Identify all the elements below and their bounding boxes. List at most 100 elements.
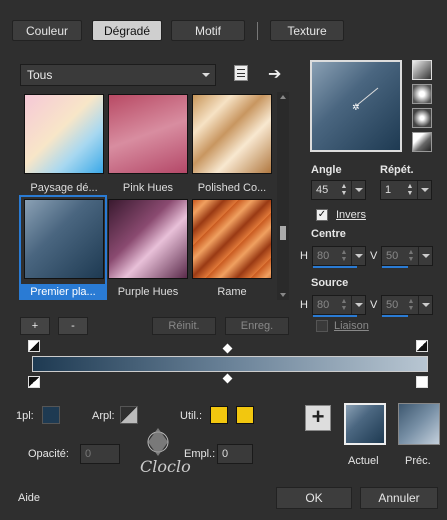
gradient-label: Purple Hues [117,286,179,298]
current-label: Actuel [348,455,379,467]
spin-arrows-icon[interactable]: ▲ ▼ [406,298,416,312]
svg-text:Cloclo: Cloclo [140,457,191,476]
linear-type-button[interactable] [412,60,432,80]
category-select-value: Tous [27,68,53,82]
save-button[interactable]: Enreg. [225,317,289,335]
angle-handle-icon[interactable]: ✲ [312,62,400,150]
center-label: Centre [311,228,346,240]
invert-label[interactable]: Invers [336,209,366,221]
scroll-thumb[interactable] [280,226,286,240]
location-input[interactable]: 0 [217,444,253,464]
tab-couleur[interactable]: Couleur [12,20,82,41]
source-h-slider[interactable] [313,315,357,317]
stop-marker-top-right[interactable] [416,340,428,352]
angle-input[interactable]: 45 ▲ ▼ [311,180,366,200]
repeat-input[interactable]: 1 ▲ ▼ [380,180,432,200]
chevron-down-icon[interactable] [418,247,432,265]
stop-marker-bottom-left[interactable] [28,376,40,388]
use-color-swatch[interactable] [210,406,228,424]
location-value: 0 [222,448,229,460]
remove-gradient-button[interactable]: - [58,317,88,335]
first-color-swatch[interactable] [42,406,60,424]
watermark-logo: Cloclo [140,428,191,476]
first-color-label: 1pl: [16,410,34,422]
category-select[interactable]: Tous [20,64,216,86]
source-h-input[interactable]: 80 ▲ ▼ [312,295,366,317]
cancel-button[interactable]: Annuler [360,487,438,509]
tab-degrade[interactable]: Dégradé [92,20,162,41]
chevron-down-icon[interactable] [417,181,431,199]
source-v-label: V [370,299,378,311]
source-v-input[interactable]: 50 ▲ ▼ [381,295,433,317]
gradient-bar[interactable] [32,356,428,372]
tab-motif[interactable]: Motif [171,20,245,41]
gradient-label: Polished Co... [197,182,267,194]
radial-type-button[interactable] [412,108,432,128]
scroll-down-icon[interactable] [280,293,286,297]
opacity-value: 0 [85,448,92,460]
chevron-down-icon [202,73,210,77]
add-swatch-button[interactable]: + [305,405,331,431]
add-gradient-button[interactable]: + [20,317,50,335]
spin-arrows-icon[interactable]: ▲ ▼ [339,298,349,312]
repeat-value: 1 [385,184,392,196]
gradient-thumb-rame[interactable] [192,199,272,279]
source-v-value: 50 [386,299,399,311]
stop-marker-top-left[interactable] [28,340,40,352]
chevron-down-icon[interactable] [418,296,432,314]
center-h-slider[interactable] [313,266,357,268]
link-label[interactable]: Liaison [334,320,369,332]
rectangular-type-button[interactable] [412,84,432,104]
tab-separator [257,22,258,40]
center-v-value: 50 [386,250,399,262]
scroll-up-icon[interactable] [280,95,286,99]
source-h-value: 80 [317,299,330,311]
center-h-label: H [300,250,308,262]
spin-arrows-icon[interactable]: ▲ ▼ [406,249,416,263]
link-checkbox[interactable] [316,320,328,332]
previous-label: Préc. [405,455,431,467]
previous-gradient-swatch[interactable] [398,403,440,445]
ok-button[interactable]: OK [276,487,352,509]
chevron-down-icon[interactable] [351,247,365,265]
chevron-down-icon[interactable] [351,181,365,199]
gradient-thumb-polished-copper[interactable] [192,94,272,174]
gallery-scrollbar[interactable] [277,92,289,300]
center-h-input[interactable]: 80 ▲ ▼ [312,246,366,268]
repeat-label: Répét. [380,164,414,176]
gradient-label: Pink Hues [122,182,174,194]
help-link[interactable]: Aide [18,492,40,504]
spin-arrows-icon[interactable]: ▲ ▼ [339,183,349,197]
sunburst-type-button[interactable] [412,132,432,152]
angle-value: 45 [316,184,329,196]
use-color-swatch-alt[interactable] [236,406,254,424]
gradient-thumb-pink-hues[interactable] [108,94,188,174]
center-v-slider[interactable] [382,266,408,268]
invert-checkbox[interactable]: ✓ [316,209,328,221]
center-v-label: V [370,250,378,262]
midpoint-marker-bottom[interactable] [222,373,233,384]
center-v-input[interactable]: 50 ▲ ▼ [381,246,433,268]
notebook-icon[interactable] [234,65,248,81]
gradient-thumb-purple-hues[interactable] [108,199,188,279]
gradient-label-selected: Premier pla... [21,284,105,300]
source-label: Source [311,277,349,289]
gradient-thumb-paysage[interactable] [24,94,104,174]
gradient-label: Rame [217,286,247,298]
arrow-right-icon[interactable]: ➔ [268,64,281,84]
gradient-thumb-premier-plan[interactable] [24,199,104,279]
current-gradient-swatch[interactable] [344,403,386,445]
gradient-preview[interactable]: ✲ [310,60,402,152]
source-v-slider[interactable] [382,315,408,317]
gradient-label: Paysage dé... [30,182,98,194]
tab-texture[interactable]: Texture [270,20,344,41]
midpoint-marker-top[interactable] [222,343,233,354]
chevron-down-icon[interactable] [351,296,365,314]
spin-arrows-icon[interactable]: ▲ ▼ [405,183,415,197]
spin-arrows-icon[interactable]: ▲ ▼ [339,249,349,263]
stop-marker-bottom-right[interactable] [416,376,428,388]
angle-label: Angle [311,164,342,176]
svg-text:✲: ✲ [352,103,360,113]
reset-button[interactable]: Réinit. [152,317,216,335]
opacity-label: Opacité: [28,448,69,460]
